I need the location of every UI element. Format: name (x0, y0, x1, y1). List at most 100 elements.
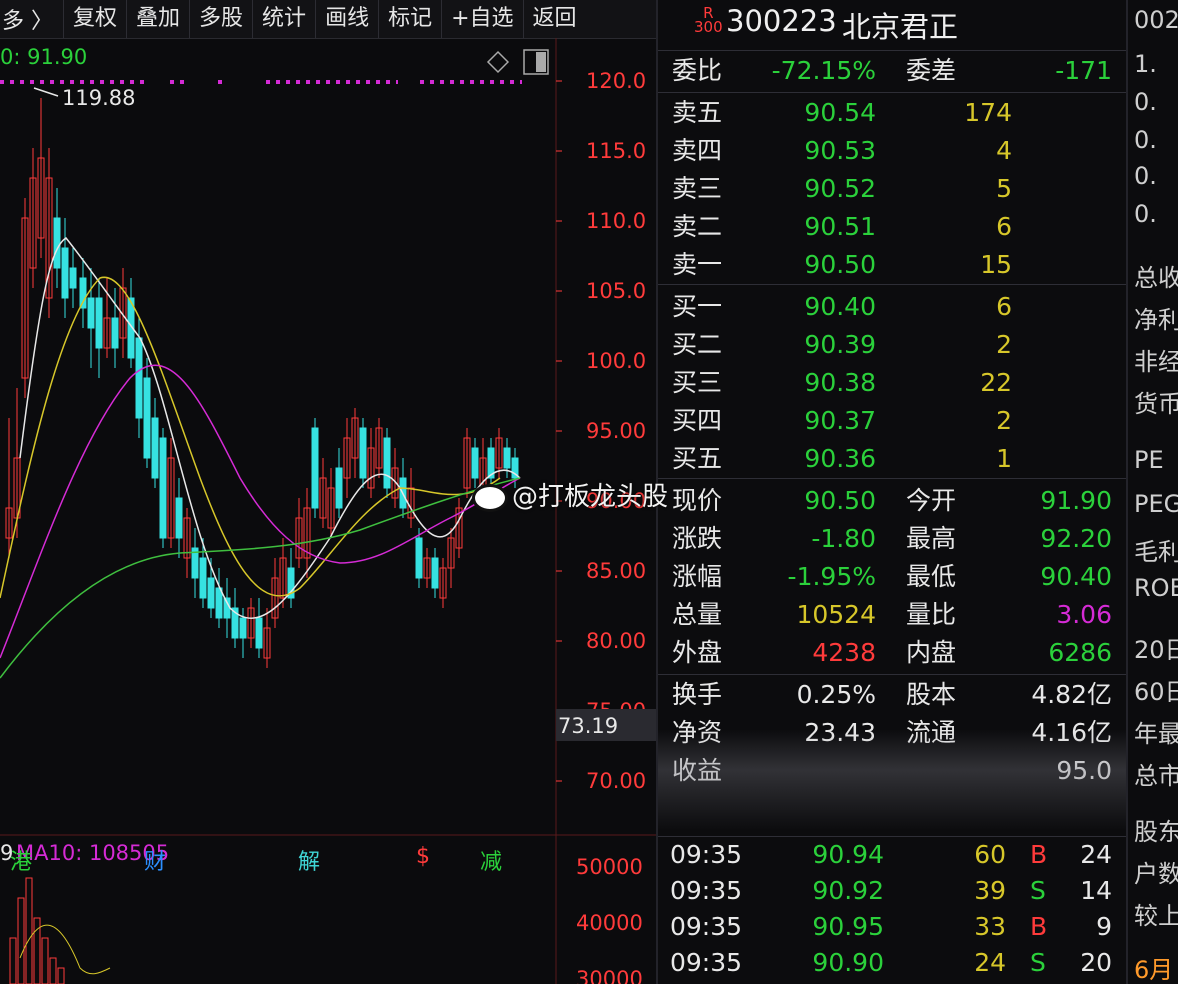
level-label: 买一 (672, 292, 723, 321)
nav-more-button[interactable]: 多 〉 (0, 3, 63, 35)
price-axis-tick: 85.00 (586, 559, 646, 583)
level-volume: 6 (996, 212, 1012, 241)
toolbar-button-stats[interactable]: 统计 (252, 0, 315, 38)
f10-item: 0. (1134, 88, 1157, 116)
f10-item: 0. (1134, 200, 1157, 228)
level-price: 90.53 (804, 136, 876, 165)
event-tag[interactable]: 解 (296, 844, 322, 876)
f10-item: 较上 (1134, 902, 1178, 930)
f10-item: 年最 (1134, 720, 1178, 748)
level-volume: 1 (996, 444, 1012, 473)
bid-row[interactable]: 买二 90.39 2 (658, 326, 1126, 364)
stats-row: 涨跌 -1.80 最高 92.20 (658, 520, 1126, 558)
candle-body (415, 537, 423, 579)
stock-code: 300223 (726, 4, 837, 38)
level-price: 90.37 (804, 406, 876, 435)
toolbar-button-draw-line[interactable]: 画线 (315, 0, 378, 38)
tick-time: 09:35 (670, 948, 743, 977)
bid-row[interactable]: 买四 90.37 2 (658, 402, 1126, 440)
tick-side: S (1030, 876, 1046, 905)
stats2-row: 换手 0.25% 股本 4.82亿 (658, 676, 1126, 714)
stat-value: 0.25% (796, 680, 876, 709)
tick-price: 90.92 (812, 876, 884, 905)
stats-row: 总量 10524 量比 3.06 (658, 596, 1126, 634)
toolbar-button-overlay[interactable]: 叠加 (126, 0, 189, 38)
price-axis-tick: 115.0 (586, 139, 646, 163)
moving-average-line (0, 364, 521, 659)
price-axis: 120.0115.0110.0105.0100.095.0090.0085.00… (556, 69, 646, 793)
tick-row: 09:35 90.92 39 S 14 (658, 872, 1126, 910)
tick-volume: 39 (974, 876, 1006, 905)
toolbar-button-back[interactable]: 返回 (522, 0, 586, 38)
stat-value: 90.50 (804, 486, 876, 515)
ma-value-label: 0: 91.90 (0, 45, 87, 69)
ask-row[interactable]: 卖四 90.53 4 (658, 132, 1126, 170)
diff-label: 委差 (906, 56, 957, 85)
ask-row[interactable]: 卖二 90.51 6 (658, 208, 1126, 246)
stat-label: 涨幅 (672, 562, 723, 591)
stat-value: -1.95% (787, 562, 876, 591)
volume-axis: 50000 40000 30000 (576, 855, 643, 984)
candle-body (87, 297, 95, 329)
stat-value: 4238 (812, 638, 876, 667)
event-tag[interactable]: 港 (8, 844, 34, 876)
bid-row[interactable]: 买三 90.38 22 (658, 364, 1126, 402)
f10-item: 毛利 (1134, 538, 1178, 566)
board-badge-bottom: 300 (694, 18, 723, 36)
tick-count: 9 (1096, 912, 1112, 941)
level-price: 90.54 (804, 98, 876, 127)
f10-item: 002 (1134, 6, 1178, 34)
candle-body (359, 427, 367, 479)
divider (658, 478, 1126, 479)
level-volume: 2 (996, 330, 1012, 359)
diamond-icon[interactable] (486, 50, 510, 74)
candle-body (335, 467, 343, 509)
order-ratio-row: 委比 -72.15% 委差 -171 (658, 52, 1126, 90)
bid-row[interactable]: 买五 90.36 1 (658, 440, 1126, 478)
f10-item: 0. (1134, 126, 1157, 154)
panel-toggle-icon-fill (536, 52, 546, 72)
bid-row[interactable]: 买一 90.40 6 (658, 288, 1126, 326)
ask-row[interactable]: 卖五 90.54 174 (658, 94, 1126, 132)
toolbar-button-add-watchlist[interactable]: +自选 (441, 0, 522, 38)
stat-label: 涨跌 (672, 524, 723, 553)
level-volume: 2 (996, 406, 1012, 435)
stat-label: 最低 (906, 562, 957, 591)
stat-value: 3.06 (1056, 600, 1112, 629)
event-tag[interactable]: 减 (478, 844, 504, 876)
f10-item: 总市 (1134, 762, 1178, 790)
ask-row[interactable]: 卖三 90.52 5 (658, 170, 1126, 208)
candle-body (199, 557, 207, 599)
toolbar-button-fuquan[interactable]: 复权 (63, 0, 126, 38)
level-price: 90.38 (804, 368, 876, 397)
level-price: 90.50 (804, 250, 876, 279)
high-marker-pointer (33, 87, 59, 97)
board-badge: R 300 (694, 6, 723, 36)
level-label: 买三 (672, 368, 723, 397)
candle-body (95, 297, 103, 349)
candle-body (215, 587, 223, 619)
f10-item: 股东 (1134, 818, 1178, 846)
stock-name: 北京君正 (842, 10, 959, 44)
event-tag[interactable]: $ (414, 844, 432, 869)
f10-item: 净利 (1134, 306, 1178, 334)
tick-volume: 24 (974, 948, 1006, 977)
level-label: 卖五 (672, 98, 723, 127)
level-label: 卖二 (672, 212, 723, 241)
stat-label: 量比 (906, 600, 957, 629)
toolbar-button-multi-stock[interactable]: 多股 (189, 0, 252, 38)
ratio-value: -72.15% (771, 56, 876, 85)
price-axis-tick: 80.00 (586, 629, 646, 653)
level-volume: 6 (996, 292, 1012, 321)
ask-row[interactable]: 卖一 90.50 15 (658, 246, 1126, 284)
candle-body (383, 437, 391, 489)
ratio-label: 委比 (672, 56, 723, 85)
volume-axis-tick: 30000 (576, 967, 643, 984)
f10-item: 总收 (1134, 264, 1178, 292)
stat-label: 最高 (906, 524, 957, 553)
tick-price: 90.90 (812, 948, 884, 977)
toolbar-button-mark[interactable]: 标记 (378, 0, 441, 38)
event-tag[interactable]: 财 (142, 844, 168, 876)
level-volume: 15 (980, 250, 1012, 279)
tick-count: 24 (1080, 840, 1112, 869)
